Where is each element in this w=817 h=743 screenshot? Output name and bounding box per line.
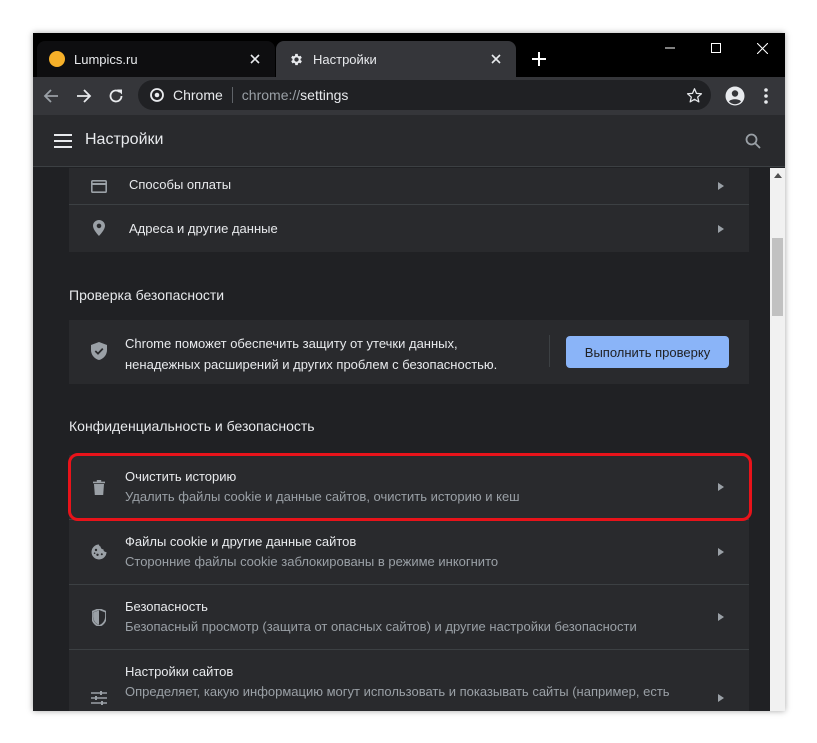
shield-check-icon — [89, 341, 109, 361]
gear-icon — [288, 51, 304, 67]
settings-header: Настройки — [33, 115, 785, 167]
profile-button[interactable] — [720, 81, 750, 111]
back-button[interactable] — [36, 81, 66, 111]
site-settings-item[interactable]: Настройки сайтов Определяет, какую инфор… — [69, 649, 749, 711]
close-icon — [756, 42, 768, 54]
section-title-safety-check: Проверка безопасности — [69, 287, 225, 303]
plus-icon — [532, 52, 546, 66]
tab-title: Настройки — [313, 51, 377, 67]
lumpics-favicon-icon — [49, 51, 65, 67]
bookmark-star-icon[interactable] — [685, 86, 703, 104]
minimize-icon — [665, 47, 675, 49]
scrollbar-thumb[interactable] — [772, 238, 783, 316]
menu-button[interactable] — [751, 81, 781, 111]
settings-content: Способы оплаты Адреса и другие данные Пр… — [33, 168, 770, 711]
run-safety-check-button[interactable]: Выполнить проверку — [566, 336, 729, 368]
row-subtitle: Сторонние файлы cookie заблокированы в р… — [125, 554, 499, 569]
address-divider — [231, 87, 233, 103]
sidebar-item-payment-methods[interactable]: Способы оплаты — [69, 168, 749, 204]
row-subtitle: Удалить файлы cookie и данные сайтов, оч… — [125, 489, 520, 504]
cookies-item[interactable]: Файлы cookie и другие данные сайтов Стор… — [69, 519, 749, 584]
arrow-right-icon — [77, 89, 92, 103]
row-title: Безопасность — [125, 599, 208, 614]
credit-card-icon — [89, 176, 109, 196]
row-title: Файлы cookie и другие данные сайтов — [125, 534, 357, 549]
row-label: Адреса и другие данные — [129, 221, 278, 236]
forward-button[interactable] — [69, 81, 99, 111]
browser-toolbar: Chrome chrome://settings — [33, 77, 785, 115]
new-tab-button[interactable] — [527, 47, 551, 71]
row-title: Очистить историю — [125, 469, 237, 484]
address-bar[interactable]: Chrome chrome://settings — [138, 80, 711, 110]
section-title-privacy: Конфиденциальность и безопасность — [69, 418, 315, 434]
maximize-button[interactable] — [693, 35, 739, 61]
tab-settings[interactable]: Настройки — [276, 41, 516, 77]
row-subtitle: Определяет, какую информацию могут испол… — [125, 684, 670, 699]
url-scheme: chrome:// — [241, 87, 301, 103]
chevron-right-icon — [715, 611, 727, 623]
arrow-left-icon — [43, 89, 58, 103]
chevron-right-icon — [715, 180, 727, 192]
close-icon[interactable] — [486, 49, 506, 69]
chevron-right-icon — [715, 692, 727, 704]
safety-check-description: Chrome поможет обеспечить защиту от утеч… — [125, 333, 497, 375]
close-icon[interactable] — [245, 49, 265, 69]
tab-lumpics[interactable]: Lumpics.ru — [37, 41, 275, 77]
safety-check-card: Chrome поможет обеспечить защиту от утеч… — [69, 320, 749, 384]
divider — [549, 335, 550, 367]
reload-button[interactable] — [101, 81, 131, 111]
shield-icon — [89, 607, 109, 627]
tab-strip: Lumpics.ru Настройки — [33, 33, 785, 77]
safety-line-2: ненадежных расширений и других проблем с… — [125, 357, 498, 372]
tab-title: Lumpics.ru — [74, 51, 138, 67]
account-icon — [725, 86, 745, 106]
sidebar-item-addresses[interactable]: Адреса и другие данные — [69, 204, 749, 252]
kebab-menu-icon — [764, 88, 768, 104]
scroll-up-arrow-icon[interactable] — [770, 168, 785, 183]
sliders-icon — [89, 688, 109, 708]
autofill-card: Способы оплаты Адреса и другие данные — [69, 168, 749, 252]
privacy-card: Очистить историю Удалить файлы cookie и … — [69, 455, 749, 711]
chevron-right-icon — [715, 481, 727, 493]
clear-history-item[interactable]: Очистить историю Удалить файлы cookie и … — [69, 455, 749, 519]
security-item[interactable]: Безопасность Безопасный просмотр (защита… — [69, 584, 749, 649]
maximize-icon — [711, 43, 721, 53]
chevron-right-icon — [715, 546, 727, 558]
browser-window: Lumpics.ru Настройки Chrome chrome://set… — [33, 33, 785, 711]
reload-icon — [109, 89, 123, 103]
close-window-button[interactable] — [739, 35, 785, 61]
page-title: Настройки — [85, 131, 164, 148]
trash-icon — [89, 477, 109, 497]
row-title: Настройки сайтов — [125, 664, 234, 679]
cookie-icon — [89, 542, 109, 562]
url-text: chrome://settings — [242, 87, 349, 103]
url-path: settings — [300, 87, 349, 103]
chrome-icon — [150, 88, 164, 102]
row-subtitle: Безопасный просмотр (защита от опасных с… — [125, 619, 637, 634]
row-label: Способы оплаты — [129, 177, 232, 192]
hamburger-menu-icon[interactable] — [49, 127, 77, 155]
site-name: Chrome — [173, 87, 223, 103]
safety-line-1: Chrome поможет обеспечить защиту от утеч… — [125, 336, 458, 351]
chevron-right-icon — [715, 223, 727, 235]
minimize-button[interactable] — [647, 35, 693, 61]
location-pin-icon — [89, 218, 109, 238]
search-icon[interactable] — [739, 127, 767, 155]
scrollbar[interactable] — [770, 168, 785, 711]
